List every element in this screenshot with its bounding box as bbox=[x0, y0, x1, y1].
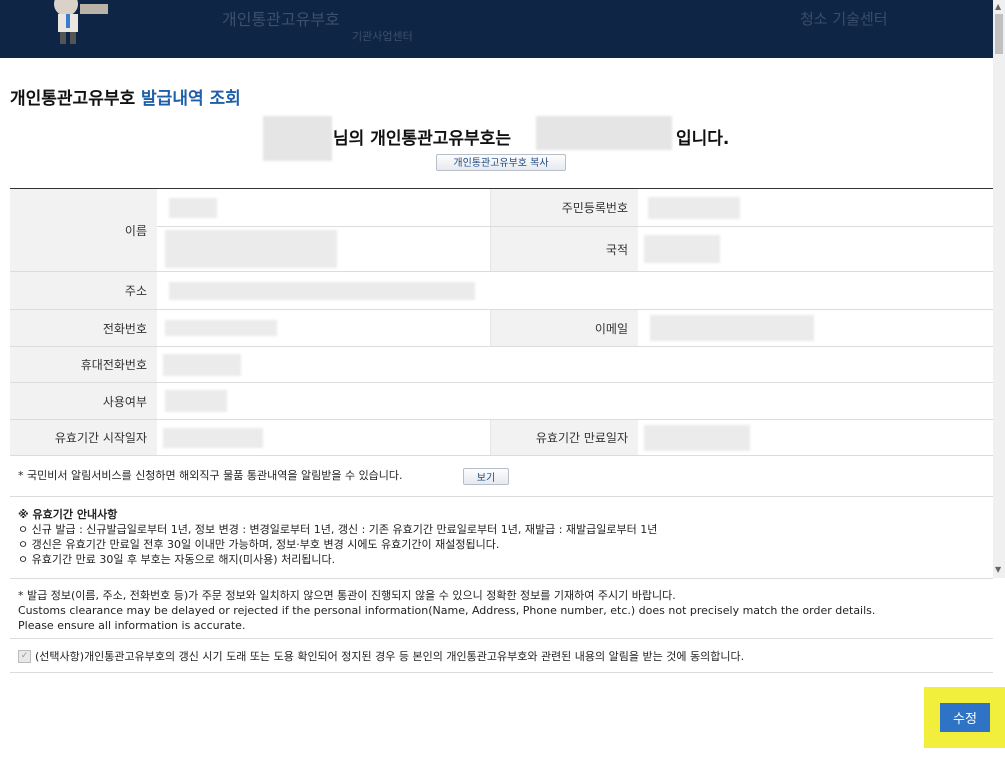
redacted-customs-code bbox=[536, 116, 672, 150]
info-table: 이름 주민등록번호 국적 주소 전화번호 이메일 휴대전화번호 사용여부 유효기… bbox=[10, 188, 993, 456]
start-date-value bbox=[157, 419, 491, 456]
accuracy-warning: * 발급 정보(이름, 주소, 전화번호 등)가 주문 정보와 일치하지 않으면… bbox=[18, 588, 875, 633]
consent-text: (선택사항)개인통관고유부호의 갱신 시기 도래 또는 도용 확인되어 정지된 … bbox=[35, 650, 745, 663]
rrn-value bbox=[638, 188, 993, 227]
divider bbox=[10, 496, 993, 497]
page-title: 개인통관고유부호 발급내역 조회 bbox=[10, 84, 241, 109]
nationality-value bbox=[638, 226, 993, 272]
usage-label: 사용여부 bbox=[10, 382, 157, 420]
owner-summary-text: 님의 개인통관고유부호는 bbox=[333, 129, 511, 149]
warning-line: Customs clearance may be delayed or reje… bbox=[18, 604, 876, 617]
banner-ghost-subtitle: 기관사업센터 bbox=[352, 30, 413, 43]
warning-line: * 발급 정보(이름, 주소, 전화번호 등)가 주문 정보와 일치하지 않으면… bbox=[18, 589, 676, 602]
banner-ghost-right: 청소 기술센터 bbox=[800, 10, 888, 28]
validity-guide-title: ※ 유효기간 안내사항 bbox=[18, 508, 118, 521]
validity-guide-line: ㅇ 유효기간 만료 30일 후 부호는 자동으로 해지(미사용) 처리됩니다. bbox=[18, 553, 336, 566]
scroll-down-icon[interactable]: ▼ bbox=[995, 565, 1001, 574]
page-title-main: 개인통관고유부호 bbox=[10, 89, 136, 109]
rrn-label: 주민등록번호 bbox=[490, 188, 638, 227]
name-value-1 bbox=[157, 188, 491, 227]
mascot-icon bbox=[54, 0, 108, 44]
validity-guide: ※ 유효기간 안내사항 ㅇ 신규 발급 : 신규발급일로부터 1년, 정보 변경… bbox=[18, 507, 657, 567]
divider bbox=[10, 672, 993, 673]
warning-line: Please ensure all information is accurat… bbox=[18, 619, 246, 632]
name-value-2 bbox=[157, 226, 491, 272]
consent-checkbox[interactable]: ✓ bbox=[18, 649, 31, 663]
vertical-scrollbar[interactable]: ▲ ▼ bbox=[993, 0, 1005, 578]
consent-row: ✓ (선택사항)개인통관고유부호의 갱신 시기 도래 또는 도용 확인되어 정지… bbox=[18, 648, 744, 664]
usage-value bbox=[157, 382, 993, 420]
scroll-up-icon[interactable]: ▲ bbox=[995, 2, 1001, 11]
validity-guide-line: ㅇ 신규 발급 : 신규발급일로부터 1년, 정보 변경 : 변경일로부터 1년… bbox=[18, 523, 658, 536]
alert-service-notice: * 국민비서 알림서비스를 신청하면 해외직구 물품 통관내역을 알림받을 수 … bbox=[18, 469, 403, 482]
address-value bbox=[157, 271, 993, 310]
phone-value bbox=[157, 309, 491, 347]
divider bbox=[10, 638, 993, 639]
divider bbox=[10, 578, 993, 579]
view-alert-button[interactable]: 보기 bbox=[463, 468, 509, 485]
validity-guide-line: ㅇ 갱신은 유효기간 만료일 전후 30일 이내만 가능하며, 정보·부호 변경… bbox=[18, 538, 500, 551]
page-title-accent: 발급내역 조회 bbox=[141, 89, 241, 109]
top-banner: 개인통관고유부호 기관사업센터 청소 기술센터 bbox=[0, 0, 993, 58]
phone-label: 전화번호 bbox=[10, 309, 157, 347]
name-label: 이름 bbox=[10, 188, 157, 272]
owner-summary-suffix: 입니다. bbox=[676, 129, 730, 149]
email-label: 이메일 bbox=[490, 309, 638, 347]
modify-button[interactable]: 수정 bbox=[940, 703, 990, 732]
end-date-value bbox=[638, 419, 993, 456]
redacted-owner-name bbox=[263, 116, 332, 161]
end-date-label: 유효기간 만료일자 bbox=[490, 419, 638, 456]
scrollbar-thumb[interactable] bbox=[995, 14, 1003, 54]
email-value bbox=[638, 309, 993, 347]
mobile-value bbox=[157, 346, 993, 383]
start-date-label: 유효기간 시작일자 bbox=[10, 419, 157, 456]
mobile-label: 휴대전화번호 bbox=[10, 346, 157, 383]
nationality-label: 국적 bbox=[490, 226, 638, 272]
banner-ghost-title: 개인통관고유부호 bbox=[222, 10, 340, 29]
address-label: 주소 bbox=[10, 271, 157, 310]
copy-code-button[interactable]: 개인통관고유부호 복사 bbox=[436, 154, 566, 171]
